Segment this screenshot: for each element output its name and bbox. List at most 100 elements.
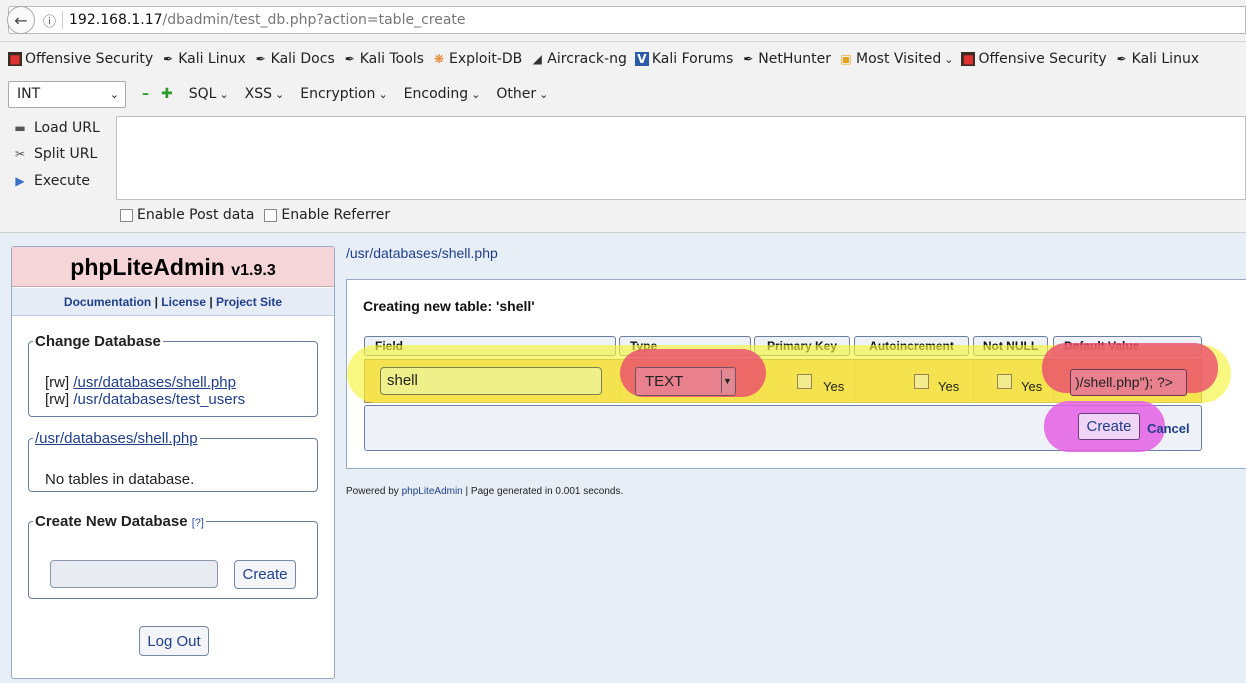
field-name-input[interactable]: shell	[380, 367, 602, 395]
back-button[interactable]: ←	[7, 6, 35, 34]
kali-icon: ✒	[743, 52, 754, 66]
bookmark-exploit-db[interactable]: ❋ Exploit-DB	[432, 51, 522, 67]
exploitdb-icon: ❋	[433, 52, 445, 66]
dropdown-arrow-icon: ▼	[721, 370, 733, 393]
bookmark-label: Kali Linux	[1131, 51, 1200, 67]
hackbar-options: Enable Post data Enable Referrer	[120, 207, 390, 223]
bookmark-aircrack-ng[interactable]: ◢ Aircrack-ng	[530, 51, 627, 67]
current-database-link[interactable]: /usr/databases/shell.php	[35, 430, 198, 447]
change-database-legend: Change Database	[35, 333, 161, 350]
create-database-button[interactable]: Create	[234, 560, 296, 589]
chevron-down-icon: ⌄	[275, 87, 285, 101]
current-database-box: /usr/databases/shell.php No tables in da…	[28, 430, 318, 492]
offsec-icon: ■	[8, 52, 22, 66]
back-arrow-icon: ←	[14, 10, 28, 30]
enable-referrer-label: Enable Referrer	[281, 207, 391, 223]
url-field[interactable]: ← ⓘ 192.168.1.17/dbadmin/test_db.php?act…	[7, 6, 1246, 34]
split-url-button[interactable]: ✂ Split URL	[12, 146, 97, 162]
bookmark-nethunter[interactable]: ✒ NetHunter	[741, 51, 831, 67]
bookmark-label: Kali Forums	[651, 51, 734, 67]
primary-key-checkbox[interactable]	[797, 374, 812, 389]
int-select[interactable]: INT ⌄	[8, 80, 126, 108]
change-database-box: Change Database [rw] /usr/databases/shel…	[28, 333, 318, 417]
bookmark-most-visited[interactable]: ▣ Most Visited ⌄	[839, 51, 953, 67]
execute-button[interactable]: ▶ Execute	[12, 173, 90, 189]
bookmarks-bar: ■ Offensive Security ✒ Kali Linux ✒ Kali Do…	[0, 42, 1246, 76]
int-select-value: INT	[17, 86, 41, 102]
not-null-checkbox[interactable]	[997, 374, 1012, 389]
logout-button[interactable]: Log Out	[139, 626, 209, 656]
db-entry: [rw] /usr/databases/test_users	[45, 391, 245, 408]
logo-version: v1.9.3	[231, 262, 276, 279]
bookmark-label: Kali Tools	[359, 51, 424, 67]
type-select-value: TEXT	[645, 373, 684, 390]
menu-sql[interactable]: SQL ⌄	[189, 86, 229, 102]
kali-icon: ✒	[255, 52, 266, 66]
footer-phpliteadmin-link[interactable]: phpLiteAdmin	[402, 486, 463, 497]
db-link-test-users[interactable]: /usr/databases/test_users	[73, 391, 245, 408]
not-null-yes-label: Yes	[1021, 379, 1043, 394]
chevron-down-icon: ⌄	[471, 87, 481, 101]
cancel-link[interactable]: Cancel	[1147, 421, 1190, 436]
bookmark-kali-docs[interactable]: ✒ Kali Docs	[254, 51, 335, 67]
breadcrumb[interactable]: /usr/databases/shell.php	[346, 245, 498, 261]
bookmark-kali-linux[interactable]: ✒ Kali Linux	[161, 51, 246, 67]
menu-encoding[interactable]: Encoding ⌄	[404, 86, 481, 102]
url-host: 192.168.1.17	[69, 12, 163, 28]
default-value-input[interactable]: )/shell.php"); ?>	[1070, 369, 1187, 396]
execute-label: Execute	[34, 173, 90, 189]
bookmark-kali-linux-2[interactable]: ✒ Kali Linux	[1115, 51, 1200, 67]
create-table-button[interactable]: Create	[1078, 413, 1140, 440]
menu-label: XSS	[244, 86, 273, 102]
hackbar-toolbar: INT ⌄ – ✚ SQL ⌄ XSS ⌄ Encryption ⌄ Encoding ⌄…	[0, 76, 1246, 112]
autoincrement-yes-label: Yes	[938, 379, 960, 394]
create-database-title: Create New Database	[35, 513, 188, 530]
license-link[interactable]: License	[161, 295, 206, 309]
create-database-box: Create New Database [?] Create	[28, 513, 318, 599]
app-logo: phpLiteAdmin v1.9.3	[12, 247, 334, 287]
bookmark-offensive-security-2[interactable]: ■ Offensive Security	[961, 51, 1107, 67]
url-path: /dbadmin/test_db.php?action=table_create	[162, 12, 466, 28]
chevron-down-icon: ⌄	[539, 87, 549, 101]
db-link-shell[interactable]: /usr/databases/shell.php	[73, 374, 236, 391]
enable-referrer-checkbox[interactable]	[264, 208, 278, 222]
documentation-link[interactable]: Documentation	[64, 295, 151, 309]
footer: Powered by phpLiteAdmin | Page generated…	[346, 486, 623, 497]
hackbar-panel: ▬ Load URL ✂ Split URL ▶ Execute Enable Pos…	[0, 112, 1246, 233]
aircrack-icon: ◢	[532, 52, 542, 66]
menu-encryption[interactable]: Encryption ⌄	[300, 86, 387, 102]
bookmark-kali-forums[interactable]: V Kali Forums	[634, 51, 734, 67]
bookmark-label: Offensive Security	[25, 51, 154, 67]
plus-icon[interactable]: ✚	[161, 86, 173, 102]
type-select[interactable]: TEXT ▼	[635, 367, 736, 396]
help-link[interactable]: [?]	[192, 517, 204, 529]
info-icon[interactable]: ⓘ	[43, 11, 56, 30]
folder-icon: ▣	[840, 52, 852, 66]
split-url-label: Split URL	[34, 146, 98, 162]
create-database-legend: Create New Database [?]	[33, 513, 206, 530]
minus-icon[interactable]: –	[142, 86, 149, 102]
project-links: Documentation | License | Project Site	[12, 288, 334, 316]
project-site-link[interactable]: Project Site	[216, 295, 282, 309]
bookmark-label: Most Visited	[856, 51, 942, 67]
db-entry: [rw] /usr/databases/shell.php	[45, 374, 236, 391]
menu-other[interactable]: Other ⌄	[496, 86, 548, 102]
sidebar: phpLiteAdmin v1.9.3 Documentation | Lice…	[11, 246, 335, 679]
enable-post-label: Enable Post data	[137, 207, 255, 223]
new-database-input[interactable]	[50, 560, 218, 588]
menu-xss[interactable]: XSS ⌄	[245, 86, 285, 102]
hackbar-url-textarea[interactable]	[116, 116, 1246, 200]
kali-icon: ✒	[1116, 52, 1127, 66]
play-icon: ▶	[15, 174, 25, 188]
db-permission: [rw]	[45, 391, 74, 408]
link-separator: |	[151, 295, 162, 309]
chevron-down-icon: ⌄	[109, 87, 119, 101]
load-url-button[interactable]: ▬ Load URL	[12, 120, 99, 136]
footer-prefix: Powered by	[346, 486, 402, 497]
enable-post-checkbox[interactable]	[120, 208, 133, 222]
bookmark-kali-tools[interactable]: ✒ Kali Tools	[343, 51, 424, 67]
autoincrement-checkbox[interactable]	[914, 374, 929, 389]
load-url-icon: ▬	[14, 121, 26, 135]
bookmark-offensive-security[interactable]: ■ Offensive Security	[8, 51, 153, 67]
chevron-down-icon: ⌄	[944, 52, 954, 66]
